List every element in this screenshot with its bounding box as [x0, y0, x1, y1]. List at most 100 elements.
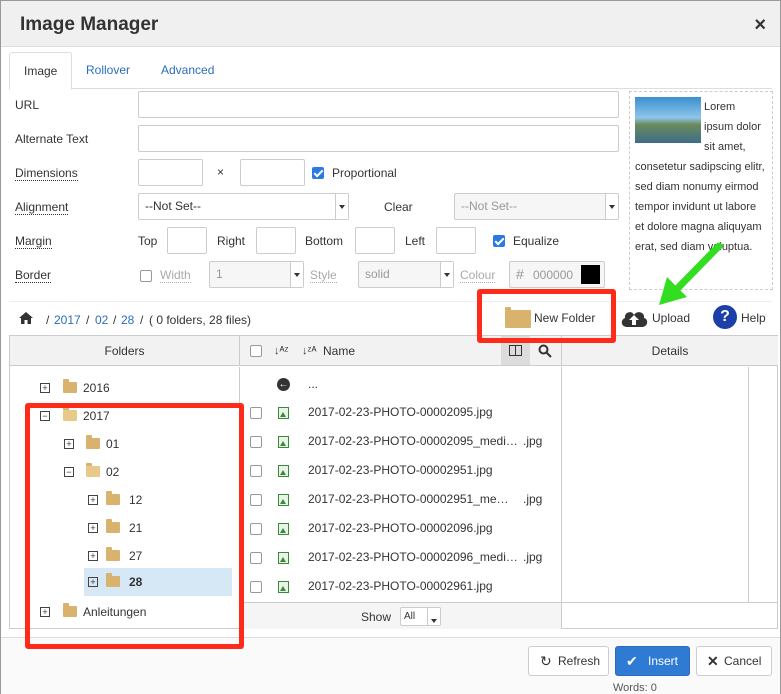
- refresh-icon: ↻: [540, 653, 552, 669]
- border-width-value: 1: [216, 267, 223, 281]
- columns-icon-divider: [515, 345, 516, 356]
- border-width-select[interactable]: 1: [209, 261, 304, 288]
- chevron-down-icon: [335, 194, 348, 219]
- chevron-down-icon: [290, 262, 303, 287]
- breadcrumb-sep: /: [113, 313, 117, 327]
- breadcrumb-28[interactable]: 28: [121, 313, 134, 327]
- back-arrow-icon: ←: [277, 378, 290, 391]
- word-count: Words: 0: [613, 682, 657, 694]
- refresh-button[interactable]: ↻ Refresh: [528, 646, 609, 676]
- border-colour-value: 000000: [533, 268, 574, 282]
- border-width-label: Width: [160, 268, 191, 283]
- name-column-header[interactable]: Name: [323, 336, 355, 366]
- details-scrollbar[interactable]: [748, 367, 778, 602]
- hash-icon: #: [516, 266, 524, 282]
- border-style-value: solid: [365, 267, 390, 281]
- tab-rollover[interactable]: Rollover: [72, 52, 144, 89]
- file-checkbox[interactable]: [250, 436, 262, 448]
- border-label: Border: [15, 268, 52, 283]
- colour-swatch[interactable]: [581, 265, 600, 284]
- margin-label: Margin: [15, 234, 52, 249]
- select-all-checkbox[interactable]: [250, 345, 262, 357]
- clear-value: --Not Set--: [461, 199, 518, 213]
- expand-icon[interactable]: +: [40, 383, 50, 393]
- equalize-checkbox[interactable]: [493, 235, 505, 247]
- breadcrumb-sep: /: [46, 313, 50, 327]
- cancel-label: Cancel: [724, 654, 762, 668]
- insert-button[interactable]: ✔ Insert: [615, 646, 690, 676]
- margin-top-input[interactable]: [167, 227, 207, 254]
- file-row[interactable]: 2017-02-23-PHOTO-00002951.jpg: [240, 456, 561, 485]
- tab-bar: Image Rollover Advanced: [9, 52, 772, 90]
- image-file-icon: [278, 436, 289, 448]
- file-row[interactable]: 2017-02-23-PHOTO-00002095_medi… .jpg: [240, 427, 561, 456]
- file-checkbox[interactable]: [250, 523, 262, 535]
- cloud-upload-icon: [621, 312, 648, 327]
- file-checkbox[interactable]: [250, 494, 262, 506]
- search-icon[interactable]: [538, 344, 552, 358]
- parent-folder-row[interactable]: ← ...: [240, 370, 561, 399]
- file-row[interactable]: 2017-02-23-PHOTO-00002095.jpg: [240, 398, 561, 427]
- image-manager-dialog: Image Manager × Image Rollover Advanced …: [0, 0, 781, 694]
- image-file-icon: [278, 494, 289, 506]
- clear-select[interactable]: --Not Set--: [454, 193, 619, 220]
- file-name: 2017-02-23-PHOTO-00002951.jpg: [308, 463, 493, 477]
- file-list: ← ... 2017-02-23-PHOTO-00002095.jpg 2017…: [240, 367, 562, 602]
- alignment-value: --Not Set--: [145, 199, 202, 213]
- tab-advanced[interactable]: Advanced: [147, 52, 228, 89]
- file-name: 2017-02-23-PHOTO-00002095_medi…: [308, 434, 518, 448]
- url-input[interactable]: [138, 91, 619, 118]
- file-checkbox[interactable]: [250, 581, 262, 593]
- file-checkbox[interactable]: [250, 407, 262, 419]
- border-colour-label: Colour: [460, 268, 496, 283]
- alt-text-label: Alternate Text: [15, 132, 89, 146]
- clear-label: Clear: [384, 200, 413, 214]
- file-row[interactable]: 2017-02-23-PHOTO-00002096.jpg: [240, 514, 561, 543]
- breadcrumb-02[interactable]: 02: [95, 313, 108, 327]
- file-name: 2017-02-23-PHOTO-00002096.jpg: [308, 521, 493, 535]
- tab-image[interactable]: Image: [9, 52, 73, 90]
- proportional-label: Proportional: [332, 166, 397, 180]
- chevron-down-icon: [440, 262, 453, 287]
- help-label: Help: [741, 311, 766, 325]
- margin-bottom-input[interactable]: [355, 227, 395, 254]
- chevron-down-icon: [605, 194, 618, 219]
- home-icon[interactable]: [19, 312, 33, 324]
- file-row[interactable]: 2017-02-23-PHOTO-00002951_me… .jpg: [240, 485, 561, 514]
- file-checkbox[interactable]: [250, 552, 262, 564]
- times-sign: ×: [217, 165, 225, 179]
- breadcrumb-sep: /: [140, 313, 144, 327]
- margin-bottom-label: Bottom: [305, 234, 344, 248]
- border-colour-input[interactable]: # 000000: [509, 261, 605, 288]
- file-row[interactable]: 2017-02-23-PHOTO-00002096_medi… .jpg: [240, 543, 561, 572]
- folder-icon: [63, 379, 77, 393]
- margin-left-input[interactable]: [436, 227, 476, 254]
- border-style-label: Style: [310, 268, 337, 283]
- file-checkbox[interactable]: [250, 465, 262, 477]
- checkmark-icon: ✔: [626, 653, 638, 669]
- close-icon[interactable]: ×: [754, 14, 766, 37]
- alignment-select[interactable]: --Not Set--: [138, 193, 349, 220]
- border-checkbox[interactable]: [140, 270, 152, 282]
- alt-text-input[interactable]: [138, 125, 619, 152]
- border-style-select[interactable]: solid: [358, 261, 454, 288]
- width-input[interactable]: [138, 159, 203, 186]
- file-ext: .jpg: [523, 550, 543, 564]
- chevron-down-icon: [427, 608, 440, 625]
- file-name: 2017-02-23-PHOTO-00002961.jpg: [308, 579, 493, 593]
- height-input[interactable]: [240, 159, 305, 186]
- margin-right-label: Right: [217, 234, 246, 248]
- preview-thumbnail: [635, 97, 701, 143]
- file-row[interactable]: 2017-02-23-PHOTO-00002961.jpg: [240, 572, 561, 601]
- margin-right-input[interactable]: [256, 227, 296, 254]
- show-select[interactable]: All: [400, 607, 441, 626]
- proportional-checkbox[interactable]: [312, 167, 324, 179]
- breadcrumb-sep: /: [86, 313, 90, 327]
- breadcrumb-2017[interactable]: 2017: [54, 313, 81, 327]
- details-footer: [562, 602, 778, 629]
- margin-top-label: Top: [138, 234, 158, 248]
- sort-alpha-desc-icon[interactable]: ↓ᶻᴬ: [302, 336, 316, 366]
- sort-alpha-asc-icon[interactable]: ↓ᴬᶻ: [274, 336, 288, 366]
- cancel-button[interactable]: ✕ Cancel: [696, 646, 772, 676]
- upload-label: Upload: [652, 311, 691, 325]
